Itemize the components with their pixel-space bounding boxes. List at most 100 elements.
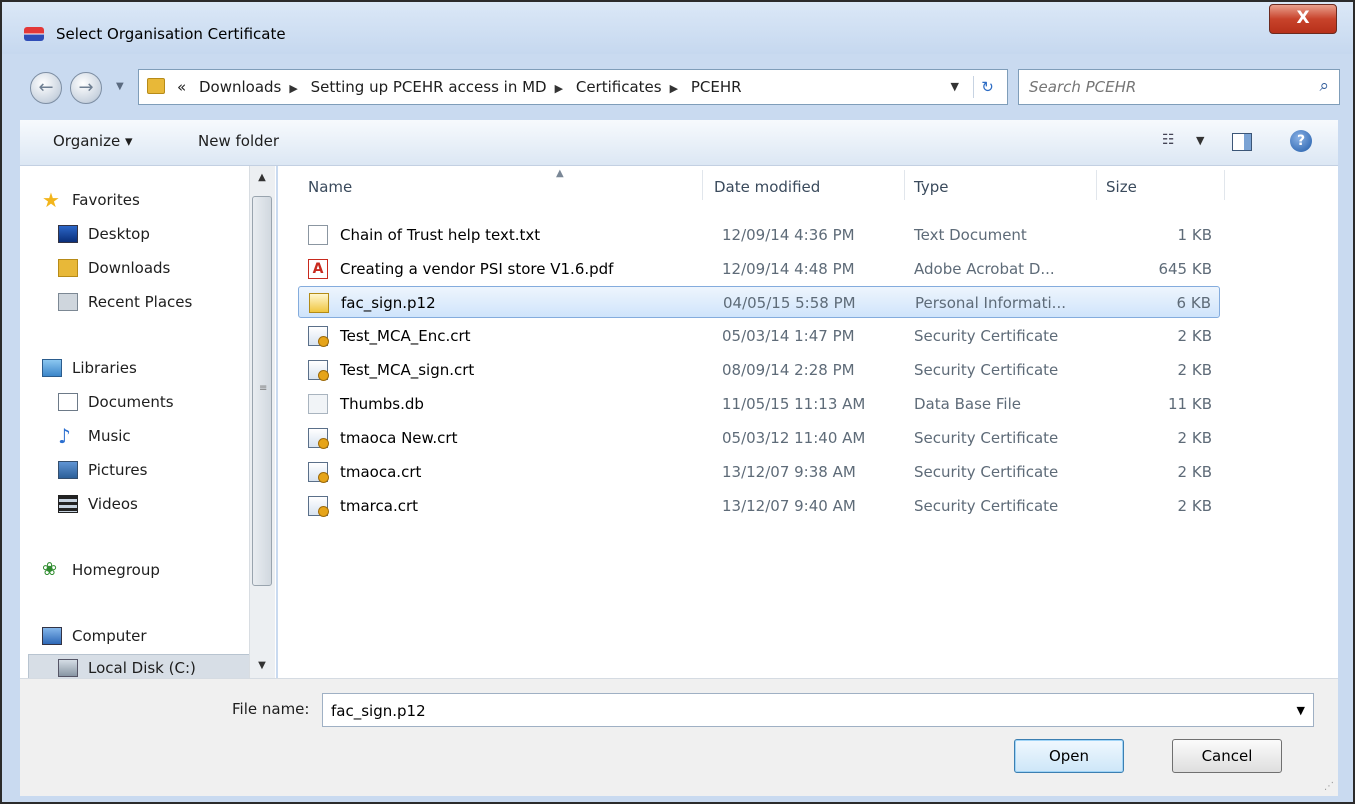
breadcrumb-certificates[interactable]: Certificates: [576, 78, 662, 96]
column-divider[interactable]: [702, 170, 703, 200]
file-date: 05/03/14 1:47 PM: [722, 327, 855, 345]
file-date: 12/09/14 4:36 PM: [722, 226, 855, 244]
scroll-down-icon[interactable]: ▼: [250, 654, 274, 678]
table-row-selected[interactable]: fac_sign.p12 04/05/15 5:58 PM Personal I…: [298, 286, 1220, 318]
file-size: 1 KB: [1177, 226, 1212, 244]
breadcrumb-downloads[interactable]: Downloads: [199, 78, 281, 96]
new-folder-button[interactable]: New folder: [198, 132, 279, 150]
address-bar[interactable]: « Downloads ▶ Setting up PCEHR access in …: [138, 69, 1008, 105]
file-name: Chain of Trust help text.txt: [340, 226, 541, 244]
resize-grip-icon[interactable]: ⋰: [1324, 781, 1334, 792]
certificate-icon: [308, 462, 329, 483]
forward-button[interactable]: →: [70, 72, 102, 104]
file-name: Test_MCA_Enc.crt: [340, 327, 471, 345]
desktop-icon: [58, 225, 78, 243]
file-type: Security Certificate: [914, 327, 1059, 345]
computer-icon: [42, 627, 62, 645]
certificate-icon: [308, 360, 329, 381]
column-header-name[interactable]: Name: [308, 166, 692, 204]
sidebar-item-label: Recent Places: [88, 293, 193, 311]
table-row[interactable]: A Creating a vendor PSI store V1.6.pdf 1…: [298, 253, 1220, 285]
music-icon: ♪: [58, 424, 71, 448]
chevron-down-icon[interactable]: ▼: [1297, 704, 1305, 717]
file-open-dialog: Select Organisation Certificate X ← → ▼ …: [0, 0, 1355, 804]
column-divider[interactable]: [1096, 170, 1097, 200]
chevron-right-icon[interactable]: ▶: [555, 82, 563, 95]
file-date: 05/03/12 11:40 AM: [722, 429, 866, 447]
table-row[interactable]: Test_MCA_sign.crt 08/09/14 2:28 PM Secur…: [298, 354, 1220, 386]
file-size: 2 KB: [1177, 327, 1212, 345]
close-button[interactable]: X: [1269, 4, 1337, 34]
scrollbar-thumb[interactable]: ≡: [252, 196, 272, 586]
open-button[interactable]: Open: [1014, 739, 1124, 773]
scroll-up-icon[interactable]: ▲: [250, 166, 274, 190]
table-row[interactable]: tmarca.crt 13/12/07 9:40 AM Security Cer…: [298, 490, 1220, 522]
cancel-button[interactable]: Cancel: [1172, 739, 1282, 773]
column-header-type[interactable]: Type: [914, 166, 1094, 204]
help-icon[interactable]: ?: [1290, 130, 1312, 152]
column-header-size[interactable]: Size: [1106, 166, 1226, 204]
file-date: 13/12/07 9:40 AM: [722, 497, 856, 515]
table-row[interactable]: tmaoca New.crt 05/03/12 11:40 AM Securit…: [298, 422, 1220, 454]
organize-button[interactable]: Organize ▾: [53, 132, 133, 150]
file-name-label: File name:: [232, 700, 310, 718]
sidebar-item-label: Videos: [88, 495, 138, 513]
file-type: Text Document: [914, 226, 1027, 244]
breadcrumb-setting-up[interactable]: Setting up PCEHR access in MD: [311, 78, 547, 96]
file-size: 2 KB: [1177, 361, 1212, 379]
sidebar-item-label: Homegroup: [72, 561, 160, 579]
file-date: 04/05/15 5:58 PM: [723, 294, 856, 312]
file-name-combobox[interactable]: ▼: [322, 693, 1314, 727]
sidebar-item-label: Pictures: [88, 461, 148, 479]
search-input[interactable]: [1029, 76, 1299, 98]
chevron-right-icon[interactable]: ▶: [289, 82, 297, 95]
file-date: 13/12/07 9:38 AM: [722, 463, 856, 481]
back-button[interactable]: ←: [30, 72, 62, 104]
navigation-scrollbar[interactable]: ▲ ≡ ▼: [249, 166, 275, 678]
column-divider[interactable]: [904, 170, 905, 200]
file-size: 645 KB: [1158, 260, 1212, 278]
homegroup-icon: ❀: [42, 559, 58, 580]
preview-pane-icon[interactable]: [1232, 133, 1252, 151]
file-name: Creating a vendor PSI store V1.6.pdf: [340, 260, 614, 278]
file-type: Adobe Acrobat D...: [914, 260, 1055, 278]
table-row[interactable]: Chain of Trust help text.txt 12/09/14 4:…: [298, 219, 1220, 251]
table-row[interactable]: Thumbs.db 11/05/15 11:13 AM Data Base Fi…: [298, 388, 1220, 420]
change-view-icon[interactable]: ☷: [1162, 132, 1175, 148]
address-dropdown-icon[interactable]: ▼: [951, 80, 959, 93]
breadcrumb-overflow[interactable]: «: [177, 78, 186, 96]
column-header-date-modified[interactable]: Date modified: [714, 166, 894, 204]
breadcrumb-pcehr[interactable]: PCEHR: [691, 78, 742, 96]
chevron-right-icon[interactable]: ▶: [670, 82, 678, 95]
file-size: 2 KB: [1177, 497, 1212, 515]
file-type: Security Certificate: [914, 497, 1059, 515]
column-divider[interactable]: [1224, 170, 1225, 200]
file-name-field[interactable]: [331, 700, 1271, 722]
search-icon[interactable]: ⌕: [1319, 76, 1329, 96]
search-box[interactable]: ⌕: [1018, 69, 1340, 105]
personal-information-exchange-icon: [309, 293, 329, 313]
file-type: Personal Informati...: [915, 294, 1066, 312]
table-row[interactable]: tmaoca.crt 13/12/07 9:38 AM Security Cer…: [298, 456, 1220, 488]
grip-icon: ≡: [259, 383, 268, 394]
dialog-footer: File name: ▼ Open Cancel ⋰: [20, 678, 1338, 796]
file-name: fac_sign.p12: [341, 294, 436, 312]
file-name: tmaoca.crt: [340, 463, 422, 481]
file-size: 2 KB: [1177, 429, 1212, 447]
title-bar[interactable]: Select Organisation Certificate X: [2, 2, 1353, 54]
recent-locations-dropdown[interactable]: ▼: [116, 81, 124, 92]
refresh-icon[interactable]: ↻: [973, 76, 1001, 98]
file-size: 11 KB: [1168, 395, 1212, 413]
libraries-icon: [42, 359, 62, 377]
text-file-icon: [308, 225, 328, 245]
sidebar-item-label: Local Disk (C:): [88, 659, 196, 677]
file-date: 12/09/14 4:48 PM: [722, 260, 855, 278]
table-row[interactable]: Test_MCA_Enc.crt 05/03/14 1:47 PM Securi…: [298, 320, 1220, 352]
view-options-dropdown-icon[interactable]: ▼: [1196, 134, 1204, 147]
file-type: Security Certificate: [914, 429, 1059, 447]
breadcrumb: « Downloads ▶ Setting up PCEHR access in …: [177, 78, 750, 96]
back-arrow-icon: ←: [38, 77, 54, 98]
file-type: Security Certificate: [914, 463, 1059, 481]
local-disk-icon: [58, 659, 78, 677]
file-size: 2 KB: [1177, 463, 1212, 481]
